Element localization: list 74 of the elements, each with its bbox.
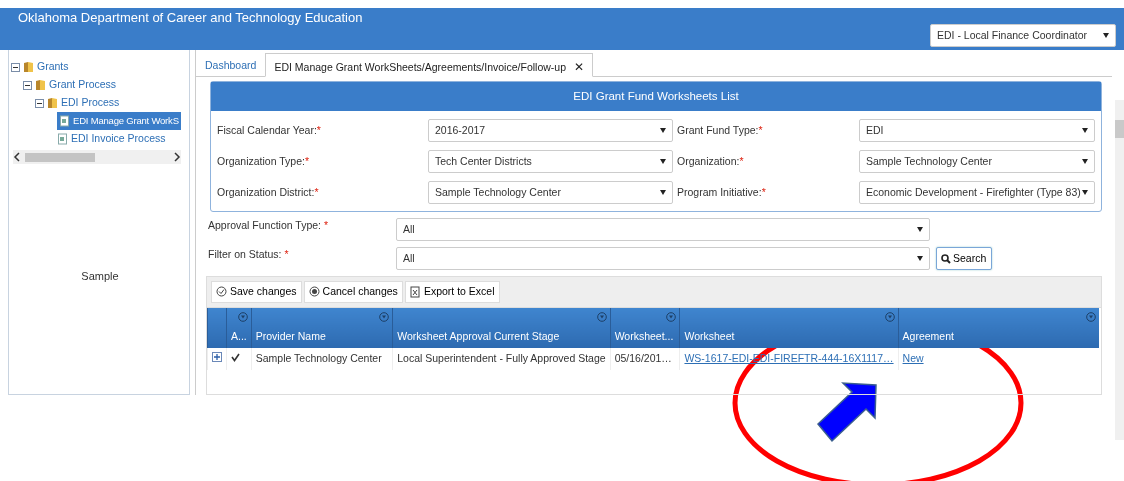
search-icon (941, 253, 951, 264)
field-label: Fiscal Calendar Year:* (217, 123, 322, 138)
row-checkbox[interactable] (231, 352, 240, 362)
field-label: Approval Function Type: * (208, 218, 330, 233)
tree-item[interactable]: Grant Process (35, 76, 117, 94)
tree-item[interactable]: EDI Invoice Process (57, 130, 166, 148)
column-header[interactable]: Agreement (898, 307, 1099, 348)
caret-icon (1082, 159, 1088, 164)
page-icon (57, 133, 68, 145)
tree-item[interactable]: EDI Manage Grant WorkS (57, 112, 181, 130)
select-field[interactable]: Sample Technology Center (859, 150, 1095, 173)
tab[interactable]: EDI Manage Grant WorkSheets/Agreements/Invoice/Follow-up ✕ (265, 53, 593, 77)
table-cell: Sample Technology Center (255, 351, 382, 364)
filter-icon[interactable] (379, 311, 390, 322)
cancel-icon (308, 285, 320, 298)
tree-item[interactable]: EDI Process (47, 94, 120, 112)
tab[interactable]: Dashboard (196, 53, 266, 76)
check-circle-icon (216, 285, 227, 298)
toolbar-button[interactable]: Cancel changes (303, 281, 403, 303)
field-label: Organization Type:* (217, 154, 311, 169)
tree-item[interactable]: Grants (23, 58, 69, 76)
vertical-scrollbar[interactable] (1115, 100, 1124, 440)
search-button[interactable]: Search (936, 247, 992, 270)
table-link[interactable]: New (902, 351, 924, 364)
folder-icon (23, 61, 34, 73)
column-header[interactable]: Worksheet... (610, 307, 680, 348)
filter-icon[interactable] (237, 311, 248, 322)
select-field[interactable]: All (396, 218, 930, 241)
field-label: Filter on Status: * (208, 247, 290, 262)
field-label: Grant Fund Type:* (677, 123, 764, 138)
caret-icon (1103, 33, 1109, 38)
select-field[interactable]: Tech Center Districts (428, 150, 673, 173)
caret-icon (917, 256, 923, 261)
select-field[interactable]: All (396, 247, 930, 270)
caret-icon (917, 227, 923, 232)
select-field[interactable]: Economic Development - Firefighter (Type 83) (859, 181, 1095, 204)
table-cell: 05/16/201… (614, 351, 672, 364)
folder-icon (35, 79, 46, 91)
column-header[interactable]: A... (226, 307, 252, 348)
collapse-toggle[interactable] (35, 98, 44, 108)
toolbar-button[interactable]: Export to Excel (404, 281, 500, 303)
column-header[interactable]: Provider Name (251, 307, 393, 348)
filter-icon[interactable] (596, 311, 607, 322)
caret-icon (660, 190, 666, 195)
app-title: Oklahoma Department of Career and Technology Education (18, 9, 363, 27)
role-select[interactable]: EDI - Local Finance Coordinator (930, 24, 1116, 47)
collapse-toggle[interactable] (11, 62, 20, 72)
folder-icon (47, 97, 58, 109)
field-label: Organization District:* (217, 185, 320, 200)
column-header[interactable]: Worksheet (679, 307, 899, 348)
filter-icon[interactable] (666, 311, 677, 322)
toolbar-button[interactable]: Save changes (211, 281, 302, 303)
expand-row-icon[interactable] (212, 351, 222, 362)
filter-icon[interactable] (884, 311, 895, 322)
sidebar-label: Sample (81, 270, 119, 282)
field-label: Program Initiative:* (677, 185, 767, 200)
select-field[interactable]: 2016-2017 (428, 119, 673, 142)
field-label: Organization:* (677, 154, 745, 169)
page-icon (59, 115, 70, 127)
caret-icon (660, 128, 666, 133)
table-cell: Local Superintendent - Fully Approved Stage (397, 351, 606, 364)
select-field[interactable]: Sample Technology Center (428, 181, 673, 204)
spreadsheet-icon (409, 285, 421, 298)
panel-title: EDI Grant Fund Worksheets List (211, 82, 1101, 111)
collapse-toggle[interactable] (23, 80, 32, 90)
filter-icon[interactable] (1086, 311, 1096, 322)
horizontal-scrollbar[interactable] (13, 150, 181, 164)
caret-icon (1082, 190, 1088, 195)
column-header[interactable]: Worksheet Approval Current Stage (392, 307, 611, 348)
close-icon[interactable]: ✕ (574, 60, 584, 74)
caret-icon (660, 159, 666, 164)
select-field[interactable]: EDI (859, 119, 1095, 142)
caret-icon (1082, 128, 1088, 133)
pointer-arrow (816, 382, 877, 443)
